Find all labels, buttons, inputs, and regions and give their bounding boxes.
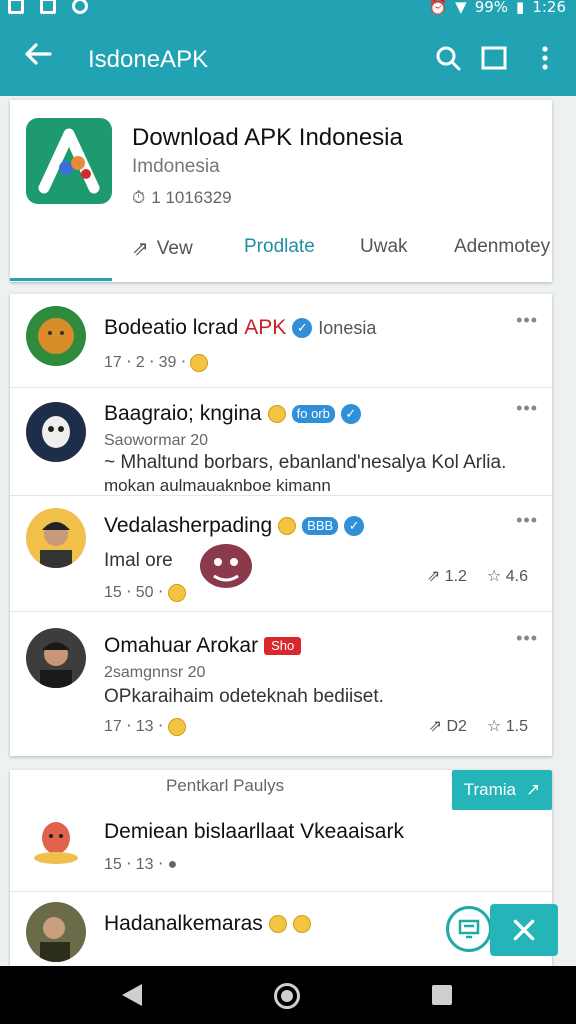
post-text-continued: mokan aulmauaknboe kimann [104, 476, 331, 495]
close-button[interactable] [490, 904, 558, 956]
item-title: Hadanalkemaras [104, 912, 311, 936]
post-stats: ⇗ 1.2 ☆ 4.6 [427, 566, 528, 586]
battery-text: 99% [474, 0, 509, 16]
avatar [26, 902, 86, 962]
verified-icon: ✓ [344, 516, 365, 536]
post-author: Baagraio; kngina fo orb ✓ [104, 402, 361, 426]
emoji-icon [292, 915, 311, 933]
more-options-icon[interactable]: ••• [516, 510, 538, 531]
badge: BBB [302, 517, 339, 535]
avatar [26, 628, 86, 688]
battery-icon: ▮ [516, 0, 525, 16]
emoji-icon [267, 405, 286, 423]
wifi-icon: ▼ [455, 0, 467, 16]
notification-icon [8, 0, 24, 14]
post-meta: 17 ⋅ 2 ⋅ 39 ⋅ [104, 352, 209, 372]
avatar [26, 402, 86, 462]
clock: 1:26 [532, 0, 566, 16]
app-subtitle: Imdonesia [132, 156, 220, 177]
compose-button[interactable] [446, 906, 492, 952]
app-info-card: Download APK Indonesia Imdonesia ⏱ 1 101… [10, 100, 552, 282]
close-icon [513, 919, 535, 941]
badge: Sho [264, 637, 302, 655]
share-stat[interactable]: ⇗ 1.2 [427, 566, 467, 586]
more-vert-icon[interactable] [531, 44, 559, 72]
emoji-icon [278, 517, 297, 535]
app-logo [26, 118, 112, 204]
emoji-icon [268, 915, 287, 933]
window-icon[interactable] [480, 44, 508, 72]
share-icon: ⇗ [428, 718, 443, 735]
list-item[interactable]: Omahuar Arokar Sho ••• 2samgnnsr 20 OPka… [10, 612, 552, 756]
emoji-icon [167, 717, 186, 736]
nav-recent-icon[interactable] [432, 985, 452, 1005]
app-title: IsdoneAPK [88, 46, 209, 73]
list-item[interactable]: Demiean bislaarllaat Vkeaaisark 15 ⋅ 13 … [10, 804, 552, 892]
back-arrow-icon[interactable] [22, 38, 54, 70]
list-item[interactable]: Vedalasherpading BBB ✓ ••• Imal ore 15 ⋅… [10, 496, 552, 612]
emoji-icon [190, 353, 209, 372]
sync-icon [72, 0, 88, 14]
share-stat[interactable]: ⇗ D2 [429, 716, 467, 736]
star-stat[interactable]: ☆ 1.5 [487, 716, 528, 736]
more-options-icon[interactable]: ••• [516, 398, 538, 419]
emoji-icon [167, 583, 186, 602]
post-meta: Saowormar 20 [104, 432, 209, 449]
item-meta: 15 ⋅ 13 ⋅ ● [104, 856, 178, 873]
post-meta: 15 ⋅ 50 ⋅ [104, 582, 186, 602]
share-icon: ⇗ [426, 568, 441, 585]
tab-adenmotey[interactable]: Adenmotey [454, 236, 550, 258]
app-bar: IsdoneAPK [0, 18, 576, 96]
tab-prodlate[interactable]: Prodlate [244, 236, 315, 258]
system-nav-bar [0, 966, 576, 1024]
more-options-icon[interactable]: ••• [516, 628, 538, 649]
tab-view[interactable]: ⇗ Vew [132, 236, 193, 261]
tab-uwak[interactable]: Uwak [360, 236, 408, 258]
post-author: Omahuar Arokar Sho [104, 634, 302, 658]
post-meta: 2samgnnsr 20 [104, 664, 206, 681]
list-item[interactable]: Baagraio; kngina fo orb ✓ ••• Saowormar … [10, 388, 552, 496]
sticker-image [200, 544, 252, 588]
post-text: ~ Mhaltund borbars, ebanland'nesalya Kol… [104, 452, 507, 473]
post-author: Vedalasherpading BBB ✓ [104, 514, 365, 538]
verified-icon: ✓ [292, 318, 313, 338]
star-icon: ☆ [486, 718, 502, 735]
item-title: Demiean bislaarllaat Vkeaaisark [104, 820, 404, 843]
status-bar: ⏰ ▼ 99% ▮ 1:26 [0, 0, 576, 18]
search-icon[interactable] [434, 44, 462, 72]
star-icon: ☆ [486, 568, 502, 585]
message-icon [458, 919, 480, 939]
clock-icon: ⏱ [132, 188, 146, 207]
avatar [26, 306, 86, 366]
avatar [26, 508, 86, 568]
section-title: Pentkarl Paulys [166, 776, 285, 795]
badge: fo orb [291, 405, 335, 423]
post-author: Bodeatio lcrad APK ✓ Ionesia [104, 316, 377, 339]
app-title-heading: Download APK Indonesia [132, 124, 403, 151]
more-options-icon[interactable]: ••• [516, 310, 538, 331]
post-meta-counts: 17 ⋅ 13 ⋅ [104, 716, 186, 736]
chat-icon: ● [167, 856, 178, 873]
verified-icon: ✓ [340, 404, 361, 424]
post-text: OPkaraihaim odeteknah bediiset. [104, 686, 384, 707]
post-text: Imal ore [104, 550, 173, 571]
alarm-icon: ⏰ [428, 0, 448, 16]
nav-back-icon[interactable] [122, 984, 142, 1006]
post-stats: ⇗ D2 ☆ 1.5 [429, 716, 528, 736]
list-item[interactable]: Bodeatio lcrad APK ✓ Ionesia ••• 17 ⋅ 2 … [10, 294, 552, 388]
star-stat[interactable]: ☆ 4.6 [487, 566, 528, 586]
active-tab-indicator [10, 278, 112, 281]
posts-card: Bodeatio lcrad APK ✓ Ionesia ••• 17 ⋅ 2 … [10, 294, 552, 756]
image-icon [40, 0, 56, 14]
open-icon: ↗ [526, 780, 541, 799]
nav-home-icon[interactable] [274, 983, 300, 1009]
download-count: ⏱ 1 1016329 [132, 188, 232, 207]
avatar [34, 822, 78, 864]
share-icon: ⇗ [132, 238, 149, 260]
